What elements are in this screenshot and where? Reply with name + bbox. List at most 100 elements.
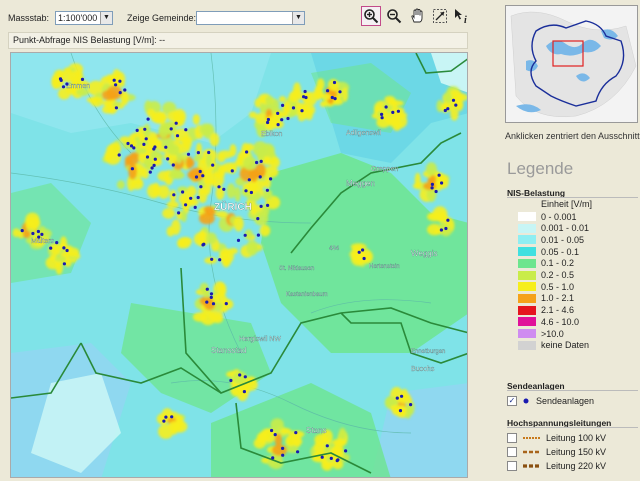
sender-site[interactable] — [294, 431, 298, 435]
sender-site[interactable] — [243, 233, 247, 237]
sender-site[interactable] — [114, 106, 118, 110]
sender-site[interactable] — [186, 152, 191, 156]
sender-site[interactable] — [62, 246, 66, 250]
sender-site[interactable] — [440, 181, 444, 185]
powerline-toggle[interactable]: Leitung 220 kV — [507, 460, 606, 472]
sender-site[interactable] — [304, 95, 308, 100]
sender-site[interactable] — [303, 89, 307, 94]
sender-site[interactable] — [238, 373, 242, 377]
zoom-out-button[interactable] — [384, 6, 404, 26]
sender-site[interactable] — [65, 82, 69, 86]
sender-site[interactable] — [380, 116, 384, 120]
sender-site[interactable] — [80, 77, 85, 81]
sender-site[interactable] — [266, 117, 270, 122]
overview-map-canvas[interactable] — [506, 6, 638, 123]
sender-site[interactable] — [49, 246, 53, 250]
sender-site[interactable] — [380, 112, 384, 116]
sender-site[interactable] — [201, 174, 205, 178]
sender-site[interactable] — [396, 109, 400, 113]
sender-site[interactable] — [199, 185, 203, 189]
sender-site[interactable] — [446, 107, 450, 111]
sender-site[interactable] — [286, 116, 290, 121]
sender-site[interactable] — [117, 153, 121, 157]
sender-site[interactable] — [31, 231, 35, 236]
sender-site[interactable] — [273, 433, 277, 437]
sender-site[interactable] — [265, 188, 269, 192]
sender-site[interactable] — [330, 95, 334, 100]
overview-map[interactable] — [505, 5, 638, 123]
sender-site[interactable] — [276, 123, 280, 127]
sender-site[interactable] — [146, 117, 150, 121]
sender-site[interactable] — [270, 428, 274, 433]
sender-site[interactable] — [430, 182, 434, 186]
sender-site[interactable] — [40, 232, 44, 236]
sender-site[interactable] — [296, 450, 300, 454]
sender-site[interactable] — [446, 218, 450, 222]
sender-site[interactable] — [326, 89, 330, 93]
sender-site[interactable] — [207, 150, 211, 155]
sender-site[interactable] — [198, 169, 202, 174]
sender-site[interactable] — [243, 375, 247, 379]
sender-site[interactable] — [245, 150, 249, 154]
sender-site[interactable] — [209, 295, 213, 299]
sender-site[interactable] — [384, 105, 388, 109]
sender-site[interactable] — [242, 390, 246, 394]
powerline-toggle[interactable]: Leitung 100 kV — [507, 432, 606, 444]
sender-site[interactable] — [205, 300, 209, 304]
sender-site[interactable] — [281, 103, 285, 107]
sender-site[interactable] — [236, 238, 241, 242]
sender-site[interactable] — [148, 170, 152, 174]
sender-site[interactable] — [209, 292, 214, 296]
sender-site[interactable] — [162, 419, 166, 423]
senders-checkbox[interactable]: ✓ — [507, 396, 517, 406]
powerline-toggle[interactable]: Leitung 150 kV — [507, 446, 606, 458]
sender-site[interactable] — [143, 127, 147, 131]
sender-site[interactable] — [36, 229, 40, 234]
sender-site[interactable] — [256, 233, 260, 237]
senders-toggle[interactable]: ✓ Sendeanlagen — [507, 395, 594, 407]
sender-site[interactable] — [193, 205, 197, 209]
sender-site[interactable] — [61, 85, 66, 89]
sender-site[interactable] — [55, 241, 59, 245]
map-canvas[interactable]: ZÜRICH Meggen Greppen Weggis Hertenstein… — [11, 53, 468, 478]
sender-site[interactable] — [171, 163, 175, 167]
sender-site[interactable] — [229, 378, 233, 383]
sender-site[interactable] — [211, 302, 216, 306]
sender-site[interactable] — [196, 151, 200, 155]
sender-site[interactable] — [249, 190, 253, 195]
sender-site[interactable] — [430, 186, 434, 190]
sender-site[interactable] — [172, 193, 176, 197]
sender-site[interactable] — [451, 98, 456, 102]
sender-site[interactable] — [218, 258, 222, 262]
sender-site[interactable] — [325, 444, 329, 448]
sender-site[interactable] — [65, 248, 69, 253]
sender-site[interactable] — [300, 109, 304, 113]
sender-site[interactable] — [62, 262, 66, 266]
sender-site[interactable] — [320, 455, 324, 459]
sender-site[interactable] — [196, 195, 200, 200]
sender-site[interactable] — [333, 97, 337, 101]
powerline-checkbox[interactable] — [507, 447, 517, 457]
sender-site[interactable] — [266, 203, 270, 207]
sender-site[interactable] — [269, 177, 273, 181]
sender-site[interactable] — [112, 78, 116, 82]
sender-site[interactable] — [132, 146, 136, 150]
sender-site[interactable] — [118, 79, 122, 83]
zoom-in-button[interactable] — [361, 6, 381, 26]
sender-site[interactable] — [222, 187, 226, 191]
sender-site[interactable] — [175, 134, 180, 138]
sender-site[interactable] — [258, 175, 262, 179]
sender-site[interactable] — [454, 103, 458, 107]
sender-site[interactable] — [130, 167, 134, 171]
sender-site[interactable] — [395, 396, 399, 400]
sender-site[interactable] — [211, 163, 215, 167]
sender-site[interactable] — [135, 128, 139, 132]
sender-site[interactable] — [210, 257, 214, 261]
sender-site[interactable] — [189, 196, 193, 200]
sender-site[interactable] — [266, 120, 270, 125]
sender-site[interactable] — [362, 256, 366, 261]
sender-site[interactable] — [259, 204, 263, 208]
sender-site[interactable] — [217, 185, 221, 189]
scale-select[interactable]: 1:100'000 ▼ — [55, 11, 113, 25]
sender-site[interactable] — [434, 189, 438, 194]
